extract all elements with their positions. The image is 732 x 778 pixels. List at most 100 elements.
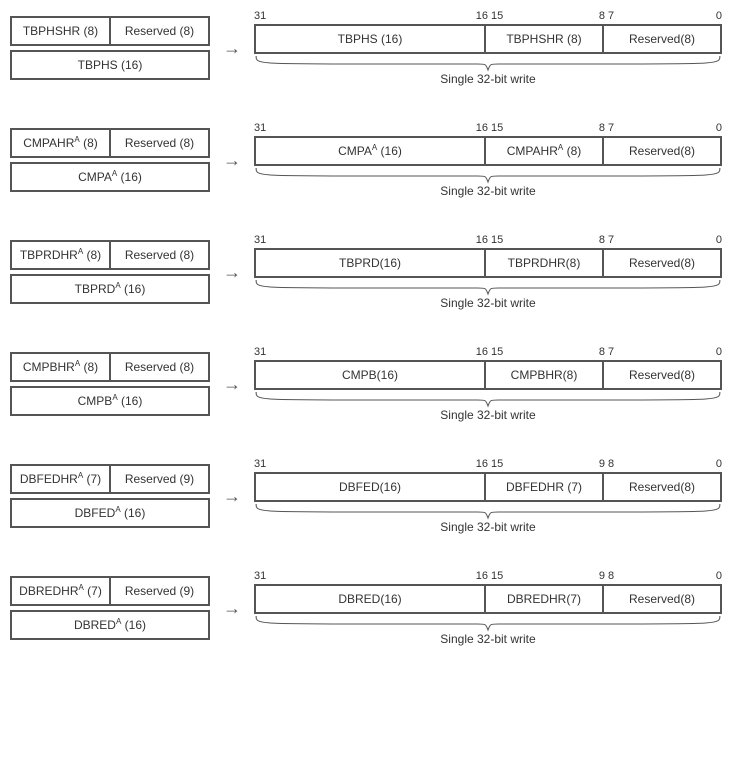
source-registers: TBPRDHRA (8)Reserved (8) TBPRDA (16): [10, 240, 210, 304]
register-row: DBREDHRA (7)Reserved (9)DBREDA (16)→3116…: [10, 570, 722, 646]
src-hr-field: CMPAHRA (8): [12, 130, 111, 156]
bit-num: 0: [716, 122, 722, 134]
destination-register: 3116 158 70TBPRD(16)TBPRDHR(8)Reserved(8…: [254, 234, 722, 310]
dst-32bit-register: DBRED(16)DBREDHR(7)Reserved(8): [254, 584, 722, 614]
caption-text: Single 32-bit write: [254, 408, 722, 422]
src-hi-register: CMPAHRA (8)Reserved (8): [10, 128, 210, 158]
dst-field-main: TBPRD(16): [256, 250, 484, 276]
destination-register: 3116 158 70TBPHS (16)TBPHSHR (8)Reserved…: [254, 10, 722, 86]
caption-text: Single 32-bit write: [254, 520, 722, 534]
dst-field-reserved: Reserved(8): [602, 362, 720, 388]
destination-register: 3116 159 80DBRED(16)DBREDHR(7)Reserved(8…: [254, 570, 722, 646]
src-reserved-field: Reserved (8): [111, 130, 208, 156]
bit-num: 16: [476, 346, 488, 358]
bit-num: 7: [605, 234, 614, 246]
dst-field-hr: CMPAHRA (8): [484, 138, 602, 164]
src-lo-register: DBFEDA (16): [10, 498, 210, 528]
bit-num: 16: [476, 122, 488, 134]
brace-icon: [254, 502, 722, 520]
brace-icon: [254, 54, 722, 72]
src-lo-register: TBPHS (16): [10, 50, 210, 80]
dst-32bit-register: TBPRD(16)TBPRDHR(8)Reserved(8): [254, 248, 722, 278]
dst-field-hr: TBPHSHR (8): [484, 26, 602, 52]
arrow-right-icon: →: [222, 374, 242, 395]
caption-text: Single 32-bit write: [254, 184, 722, 198]
register-row: CMPAHRA (8)Reserved (8)CMPAA (16)→3116 1…: [10, 122, 722, 198]
dst-field-reserved: Reserved(8): [602, 138, 720, 164]
src-lo-register: CMPAA (16): [10, 162, 210, 192]
bit-labels: 3116 158 70: [254, 122, 722, 136]
register-row: TBPRDHRA (8)Reserved (8) TBPRDA (16) → 31 16…: [10, 234, 722, 310]
dst-32bit-register: TBPHS (16)TBPHSHR (8)Reserved(8): [254, 24, 722, 54]
src-reserved-field: Reserved (8): [111, 242, 208, 268]
src-hi-register: DBFEDHRA (7)Reserved (9): [10, 464, 210, 494]
bit-num: 0: [716, 458, 722, 470]
bit-num: 15: [488, 10, 503, 22]
arrow-right-icon: →: [222, 262, 242, 283]
caption-text: Single 32-bit write: [254, 632, 722, 646]
src-hr-field: CMPBHRA (8): [12, 354, 111, 380]
register-row: CMPBHRA (8)Reserved (8) CMPBA (16) → 31 16 1…: [10, 346, 722, 422]
brace-icon: [254, 166, 722, 184]
dst-32bit-register: DBFED(16)DBFEDHR (7)Reserved(8): [254, 472, 722, 502]
src-hi-register: DBREDHRA (7)Reserved (9): [10, 576, 210, 606]
bit-num: 0: [716, 346, 722, 358]
src-reserved-field: Reserved (8): [111, 354, 208, 380]
bit-num: 7: [605, 10, 614, 22]
bit-num: 15: [488, 458, 503, 470]
arrow-right-icon: →: [222, 150, 242, 171]
bit-num: 7: [605, 346, 614, 358]
destination-register: 3116 158 70CMPAA (16)CMPAHRA (8)Reserved…: [254, 122, 722, 198]
source-registers: TBPHSHR (8)Reserved (8)TBPHS (16): [10, 16, 210, 80]
src-reserved-field: Reserved (9): [111, 578, 208, 604]
brace-icon: [254, 614, 722, 632]
dst-field-main: CMPB(16): [256, 362, 484, 388]
dst-field-hr: CMPBHR(8): [484, 362, 602, 388]
caption-text: Single 32-bit write: [254, 72, 722, 86]
dst-field-hr: DBFEDHR (7): [484, 474, 602, 500]
dst-field-main: DBFED(16): [256, 474, 484, 500]
bit-num: 8: [605, 458, 614, 470]
src-reserved-field: Reserved (9): [111, 466, 208, 492]
bit-labels: 3116 159 80: [254, 570, 722, 584]
src-lo-register: CMPBA (16): [10, 386, 210, 416]
register-row: DBFEDHRA (7)Reserved (9)DBFEDA (16)→3116…: [10, 458, 722, 534]
bit-labels: 3116 158 70: [254, 10, 722, 24]
src-hr-field: TBPHSHR (8): [12, 18, 111, 44]
bit-num: 0: [716, 234, 722, 246]
bit-num: 16: [476, 10, 488, 22]
caption-text: Single 32-bit write: [254, 296, 722, 310]
bit-num: 15: [488, 122, 503, 134]
brace-icon: [254, 390, 722, 408]
bit-num: 16: [476, 458, 488, 470]
bit-num: 8: [605, 570, 614, 582]
bit-num: 15: [488, 346, 503, 358]
src-hi-register: TBPRDHRA (8)Reserved (8): [10, 240, 210, 270]
bit-num: 31: [254, 346, 266, 358]
dst-32bit-register: CMPB(16)CMPBHR(8)Reserved(8): [254, 360, 722, 390]
bit-num: 0: [716, 570, 722, 582]
dst-field-main: TBPHS (16): [256, 26, 484, 52]
bit-num: 31: [254, 122, 266, 134]
src-hr-field: TBPRDHRA (8): [12, 242, 111, 268]
bit-num: 16: [476, 234, 488, 246]
bit-num: 16: [476, 570, 488, 582]
bit-num: 7: [605, 122, 614, 134]
src-hi-register: CMPBHRA (8)Reserved (8): [10, 352, 210, 382]
bit-num: 15: [488, 234, 503, 246]
source-registers: DBFEDHRA (7)Reserved (9) DBFEDA (16): [10, 464, 210, 528]
bit-num: 31: [254, 234, 266, 246]
dst-field-reserved: Reserved(8): [602, 474, 720, 500]
bit-labels: 3116 158 70: [254, 234, 722, 248]
src-lo-register: TBPRDA (16): [10, 274, 210, 304]
dst-field-reserved: Reserved(8): [602, 250, 720, 276]
register-row: TBPHSHR (8)Reserved (8)TBPHS (16)→3116 1…: [10, 10, 722, 86]
dst-field-reserved: Reserved(8): [602, 586, 720, 612]
bit-num: 31: [254, 10, 266, 22]
destination-register: 3116 158 70CMPB(16)CMPBHR(8)Reserved(8) …: [254, 346, 722, 422]
src-lo-register: DBREDA (16): [10, 610, 210, 640]
bit-num: 31: [254, 458, 266, 470]
bit-labels: 3116 159 80: [254, 458, 722, 472]
dst-32bit-register: CMPAA (16)CMPAHRA (8)Reserved(8): [254, 136, 722, 166]
source-registers: CMPBHRA (8)Reserved (8) CMPBA (16): [10, 352, 210, 416]
